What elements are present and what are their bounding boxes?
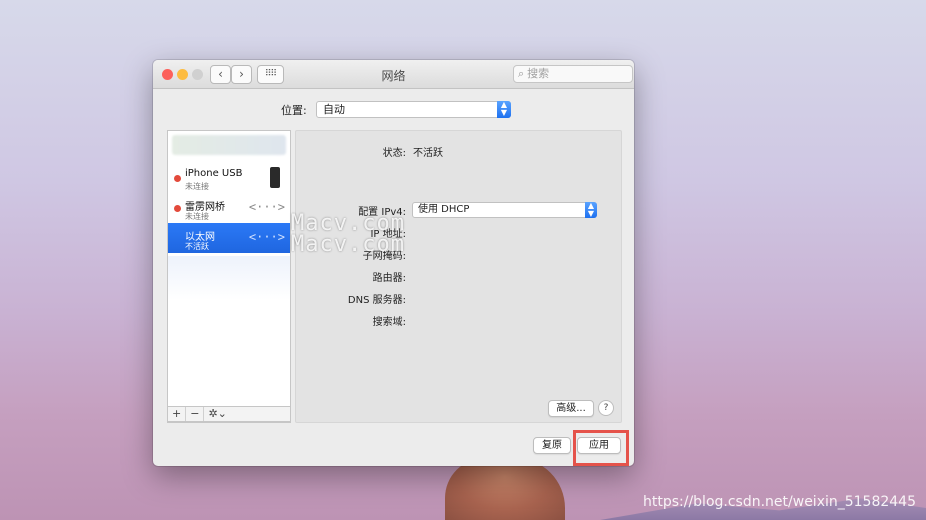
blurred-area xyxy=(168,256,290,300)
gear-icon[interactable]: ✲⌄ xyxy=(204,407,230,421)
service-status: 未连接 xyxy=(185,182,209,191)
status-value: 不活跃 xyxy=(413,148,443,159)
add-service-button[interactable]: + xyxy=(168,407,187,421)
dns-server-label: DNS 服务器: xyxy=(347,295,406,306)
search-domain-label: 搜索域: xyxy=(372,317,406,328)
service-name: iPhone USB xyxy=(185,168,243,179)
location-select[interactable]: 自动 ▲ ▼ xyxy=(316,101,511,118)
status-dot-icon xyxy=(174,205,181,212)
service-list[interactable]: iPhone USB 未连接 雷雳网桥 未连接 <···> 以太网 不活跃 <·… xyxy=(167,130,291,423)
revert-button[interactable]: 复原 xyxy=(533,437,571,454)
search-input[interactable]: ⌕ 搜索 xyxy=(513,65,633,83)
search-placeholder: 搜索 xyxy=(527,67,550,80)
service-status: 未连接 xyxy=(185,212,209,221)
updown-chevron-icon: ▲ ▼ xyxy=(497,101,511,118)
connector-icon: <···> xyxy=(248,200,285,214)
status-dot-icon xyxy=(174,175,181,182)
advanced-button[interactable]: 高级... xyxy=(548,400,594,417)
blurred-service xyxy=(172,135,286,155)
network-prefs-window: ‹ › ⠿⠿ 网络 ⌕ 搜索 位置: 自动 ▲ ▼ iPhone USB 未连接 雷… xyxy=(153,60,634,466)
updown-chevron-icon: ▲ ▼ xyxy=(585,202,597,218)
iphone-icon xyxy=(270,167,280,188)
ipv4-select[interactable]: 使用 DHCP ▲ ▼ xyxy=(412,202,597,218)
location-label: 位置: xyxy=(281,104,307,117)
remove-service-button[interactable]: − xyxy=(186,407,205,421)
connector-icon: <···> xyxy=(248,230,285,244)
status-label: 状态: xyxy=(382,148,406,159)
titlebar: ‹ › ⠿⠿ 网络 ⌕ 搜索 xyxy=(153,60,634,89)
router-label: 路由器: xyxy=(372,273,406,284)
service-item-ethernet[interactable]: 以太网 不活跃 <···> xyxy=(168,223,290,253)
service-item-iphone-usb[interactable]: iPhone USB 未连接 xyxy=(168,163,290,193)
csdn-watermark: https://blog.csdn.net/weixin_51582445 xyxy=(642,494,916,510)
desktop-rock xyxy=(445,458,565,520)
apply-highlight-box xyxy=(573,430,629,466)
detail-panel: 状态: 不活跃 配置 IPv4: 使用 DHCP ▲ ▼ IP 地址: 子网掩码:… xyxy=(295,130,622,423)
service-item-thunderbolt-bridge[interactable]: 雷雳网桥 未连接 <···> xyxy=(168,193,290,223)
search-icon: ⌕ xyxy=(518,67,525,80)
location-value: 自动 xyxy=(323,103,345,116)
ipv4-value: 使用 DHCP xyxy=(418,204,470,215)
service-list-toolbar: + − ✲⌄ xyxy=(167,406,291,422)
watermark-text: Macv.com xyxy=(291,232,405,257)
service-status: 不活跃 xyxy=(185,242,209,251)
help-button[interactable]: ? xyxy=(598,400,614,416)
